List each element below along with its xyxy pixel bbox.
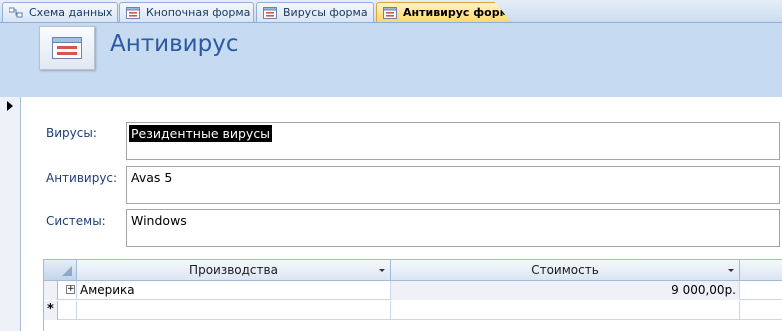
page-title: Антивирус bbox=[110, 31, 239, 57]
current-record-arrow-icon bbox=[7, 101, 13, 111]
tab-viruses-form[interactable]: Вирусы форма bbox=[256, 2, 374, 22]
tab-label: Антивирус форм bbox=[403, 6, 509, 19]
cell-production[interactable] bbox=[77, 301, 391, 320]
column-header-label: Стоимость bbox=[531, 263, 599, 277]
cell-production[interactable]: Америка bbox=[77, 281, 391, 300]
form-icon bbox=[263, 6, 277, 19]
new-record-icon: * bbox=[47, 302, 54, 317]
cell-cost[interactable] bbox=[391, 301, 740, 320]
production-subform: Производства Стоимость + Америка 9 000,0… bbox=[43, 259, 782, 331]
row-selector[interactable] bbox=[44, 281, 58, 300]
sort-dropdown-icon[interactable] bbox=[728, 269, 734, 272]
tab-label: Кнопочная форма bbox=[146, 6, 251, 19]
viruses-field-value: Резидентные вирусы bbox=[129, 125, 273, 142]
column-header-label: Производства bbox=[189, 263, 278, 277]
select-all-button[interactable] bbox=[44, 260, 77, 280]
antivirus-field[interactable]: Avas 5 bbox=[126, 166, 780, 204]
systems-field-value: Windows bbox=[131, 213, 187, 228]
form-header: Антивирус bbox=[0, 23, 782, 97]
sort-dropdown-icon[interactable] bbox=[379, 269, 385, 272]
column-header-production[interactable]: Производства bbox=[77, 260, 391, 280]
tab-antivirus-form[interactable]: Антивирус форм bbox=[376, 2, 511, 22]
row-expand-cell bbox=[58, 301, 77, 320]
form-icon bbox=[383, 6, 397, 19]
datasheet-header: Производства Стоимость bbox=[44, 260, 782, 281]
field-label-antivirus: Антивирус: bbox=[46, 171, 118, 185]
form-icon bbox=[126, 6, 140, 19]
field-label-systems: Системы: bbox=[46, 214, 106, 228]
row-selector[interactable]: * bbox=[44, 301, 58, 320]
expand-plus-icon[interactable]: + bbox=[66, 285, 75, 294]
tab-schema[interactable]: Схема данных bbox=[2, 2, 118, 22]
tab-switchboard-form[interactable]: Кнопочная форма bbox=[119, 2, 254, 22]
field-label-viruses: Вирусы: bbox=[46, 126, 97, 140]
table-row[interactable]: + Америка 9 000,00р. bbox=[44, 281, 782, 300]
tab-label: Вирусы форма bbox=[283, 6, 368, 19]
row-expand-cell: + bbox=[58, 281, 77, 300]
relationships-icon bbox=[9, 7, 23, 17]
viruses-field[interactable]: Резидентные вирусы bbox=[126, 122, 780, 160]
systems-field[interactable]: Windows bbox=[126, 209, 780, 247]
column-header-cost[interactable]: Стоимость bbox=[391, 260, 740, 280]
form-logo bbox=[39, 26, 95, 70]
antivirus-field-value: Avas 5 bbox=[131, 170, 173, 185]
new-record-row[interactable]: * bbox=[44, 301, 782, 320]
record-selector[interactable] bbox=[0, 97, 21, 331]
tab-label: Схема данных bbox=[29, 6, 113, 19]
cell-cost[interactable]: 9 000,00р. bbox=[391, 281, 740, 300]
form-icon bbox=[52, 37, 82, 59]
document-tab-strip: Схема данных Кнопочная форма Вирусы форм… bbox=[0, 0, 782, 23]
